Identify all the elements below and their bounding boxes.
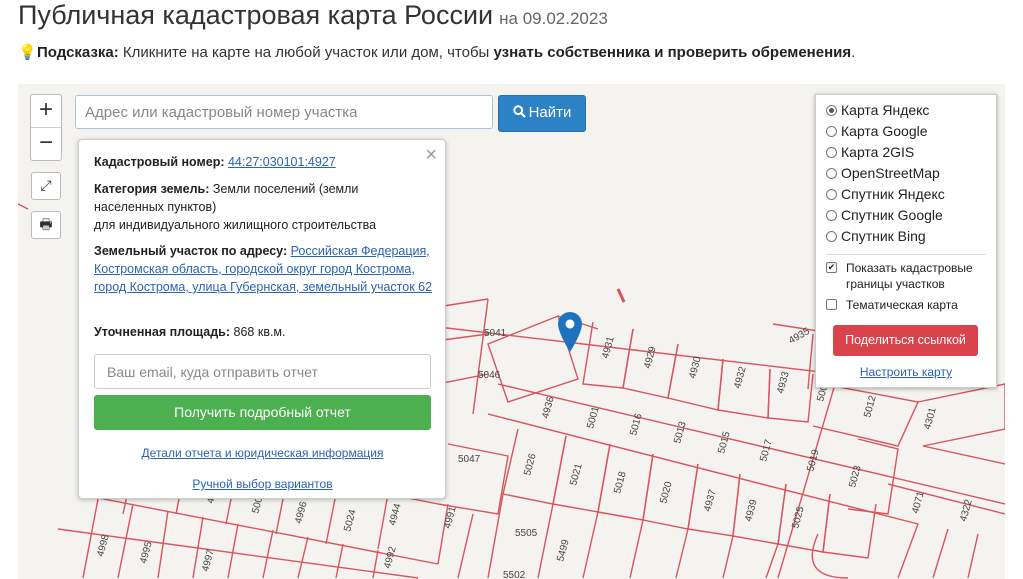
layer-option-yandex-satellite[interactable]: Спутник Яндекс	[826, 184, 945, 204]
radio-icon[interactable]	[826, 126, 837, 137]
parcel-label: 5021	[568, 462, 584, 487]
share-link-button[interactable]: Поделиться ссылкой	[833, 325, 978, 356]
hint-label: Подсказка:	[37, 44, 119, 61]
hint-text: Кликните на карте на любой участок или д…	[118, 44, 494, 61]
cadastral-label: Кадастровый номер:	[94, 155, 225, 169]
search-button[interactable]: Найти	[498, 95, 586, 132]
parcel-label: 4301	[922, 406, 938, 431]
parcel-label: 4944	[387, 502, 403, 527]
parcel-label: 4995	[138, 540, 154, 565]
parcel-label: 4936	[540, 395, 556, 420]
parcel-label: 4930	[687, 355, 703, 380]
parcel-label: 5012	[862, 394, 878, 419]
layer-option-osm[interactable]: OpenStreetMap	[826, 163, 940, 183]
hint-line: 💡Подсказка: Кликните на карте на любой у…	[18, 43, 855, 61]
parcel-label: 5499	[555, 538, 571, 563]
parcel-label: 4992	[382, 545, 398, 570]
cadastral-row: Кадастровый номер: 44:27:030101:4927	[94, 153, 434, 171]
parcel-label: 4071	[910, 490, 926, 515]
cadastral-number-link[interactable]: 44:27:030101:4927	[228, 155, 336, 169]
show-borders-checkbox[interactable]: ✔ Показать кадастровые границы участков	[826, 260, 991, 292]
page-title: Публичная кадастровая карта России на 09.…	[18, 0, 608, 31]
category-row: Категория земель: Земли поселений (земли…	[94, 180, 394, 234]
parcel-label: 5047	[458, 454, 481, 465]
parcel-label: 4929	[642, 345, 658, 370]
category-use: для индивидуального жилищного строительс…	[94, 218, 377, 232]
get-report-button[interactable]: Получить подробный отчет	[94, 395, 431, 430]
checkbox-checked-icon[interactable]: ✔	[826, 262, 837, 273]
configure-map-link[interactable]: Настроить карту	[816, 365, 996, 379]
layer-option-google-map[interactable]: Карта Google	[826, 121, 928, 141]
radio-icon[interactable]	[826, 210, 837, 221]
parcel-label: 5046	[478, 370, 501, 381]
parcel-label: 5018	[612, 470, 628, 495]
parcel-label: 5025	[790, 505, 806, 530]
category-label: Категория земель:	[94, 182, 210, 196]
parcel-label: 4939	[743, 498, 759, 523]
parcel-label: 4991	[442, 505, 458, 530]
divider	[826, 254, 986, 255]
radio-icon[interactable]	[826, 189, 837, 200]
zoom-control: + −	[30, 94, 62, 161]
layer-option-2gis-map[interactable]: Карта 2GIS	[826, 142, 914, 162]
fullscreen-icon[interactable]: ⤢	[31, 172, 61, 200]
parcel-label: 5017	[758, 438, 774, 463]
email-field[interactable]	[94, 354, 431, 389]
parcel-label: 4997	[200, 548, 216, 573]
parcel-label: 4932	[732, 365, 748, 390]
layer-option-google-satellite[interactable]: Спутник Google	[826, 205, 943, 225]
search-input[interactable]	[75, 95, 493, 129]
search-button-label: Найти	[528, 104, 572, 121]
area-row: Уточненная площадь: 868 кв.м.	[94, 323, 434, 341]
radio-icon[interactable]	[826, 231, 837, 242]
parcel-label: 5015	[716, 430, 732, 455]
parcel-label: 4933	[775, 370, 791, 395]
cadastral-map[interactable]: 5041 5046 4931 4929 4930 4932 4933 4935 5009 5012…	[18, 84, 1005, 579]
thematic-map-checkbox[interactable]: Тематическая карта	[826, 297, 991, 313]
zoom-out-button[interactable]: −	[31, 127, 61, 160]
radio-icon[interactable]	[826, 147, 837, 158]
page-title-text: Публичная кадастровая карта России	[18, 0, 494, 30]
area-label: Уточненная площадь:	[94, 325, 231, 339]
hint-emphasis: узнать собственника и проверить обремене…	[493, 44, 852, 61]
search-icon	[512, 105, 526, 118]
layer-option-yandex-map[interactable]: Карта Яндекс	[826, 100, 929, 120]
hint-end: .	[851, 44, 856, 61]
layer-switcher-panel: Карта Яндекс Карта Google Карта 2GIS Ope…	[815, 94, 997, 388]
radio-icon[interactable]	[826, 168, 837, 179]
report-details-link[interactable]: Детали отчета и юридическая информация	[142, 446, 384, 460]
location-marker-icon[interactable]	[557, 311, 583, 353]
parcel-label: 5502	[503, 570, 526, 579]
address-label: Земельный участок по адресу:	[94, 244, 288, 258]
parcel-label: 5026	[522, 452, 538, 477]
parcel-label: 5024	[342, 508, 358, 533]
area-value: 868 кв.м.	[233, 325, 286, 339]
parcel-label: 4937	[702, 488, 718, 513]
parcel-label: 5020	[658, 480, 674, 505]
manual-selection-link[interactable]: Ручной выбор вариантов	[192, 477, 332, 491]
print-icon[interactable]: 🖶	[31, 211, 61, 239]
parcel-label: 5013	[672, 420, 688, 445]
zoom-in-button[interactable]: +	[31, 95, 61, 127]
layer-option-bing-satellite[interactable]: Спутник Bing	[826, 226, 926, 246]
radio-icon[interactable]	[826, 105, 837, 116]
parcel-label: 5001	[585, 405, 601, 430]
lightbulb-icon: 💡	[18, 44, 37, 61]
address-row: Земельный участок по адресу: Российская …	[94, 242, 434, 296]
parcel-info-popup: × Кадастровый номер: 44:27:030101:4927 К…	[78, 139, 446, 499]
parcel-label: 4998	[95, 533, 111, 558]
parcel-label: 5505	[515, 528, 538, 539]
parcel-label: 4996	[293, 500, 309, 525]
checkbox-icon[interactable]	[826, 299, 837, 310]
parcel-label: 4322	[958, 498, 974, 523]
parcel-label: 5041	[484, 328, 507, 339]
page-date: на 09.02.2023	[499, 9, 608, 28]
